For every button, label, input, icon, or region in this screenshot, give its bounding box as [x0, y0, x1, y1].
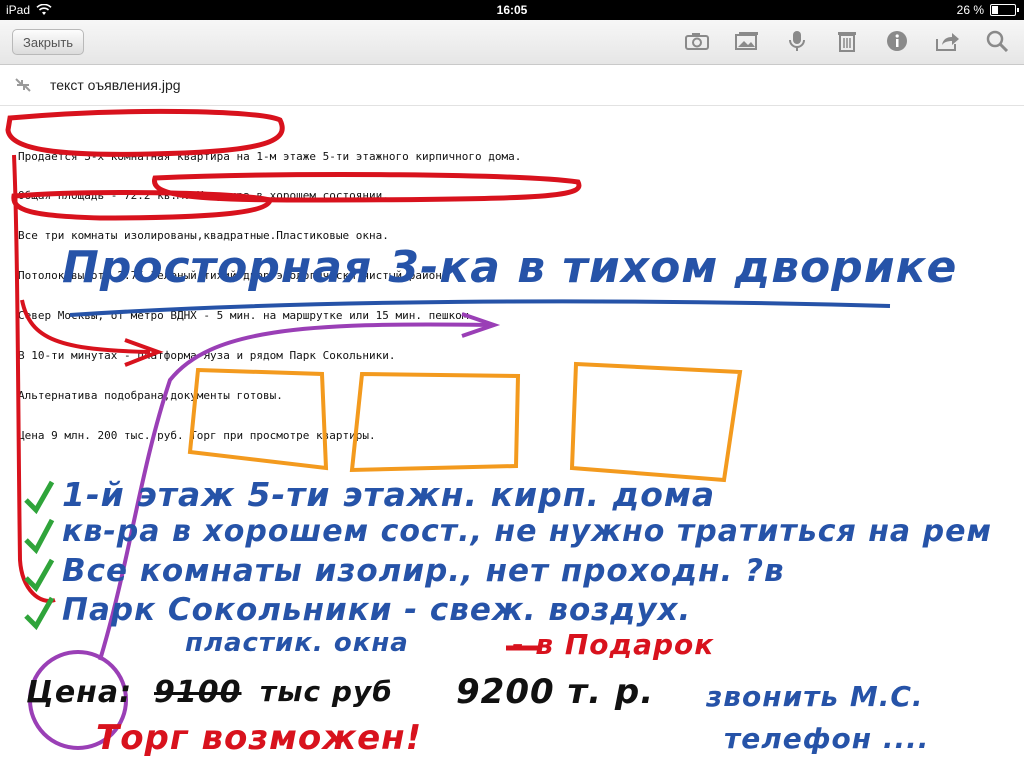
green-check-2 [24, 518, 55, 555]
checklist-item: Все комнаты изолир., нет проходн. ?в [62, 553, 785, 589]
gift-note: - в Подарок [512, 628, 715, 661]
checklist-item: 1-й этаж 5-ти этажн. кирп. дома [62, 475, 716, 514]
price-new: 9200 т. р. [456, 672, 655, 712]
price-units: тыс руб [260, 675, 393, 708]
red-connector [12, 154, 56, 603]
orange-window-2 [349, 371, 521, 473]
price-label: Цена: [26, 675, 133, 710]
green-check-4 [24, 596, 55, 631]
checklist-item: кв-ра в хорошем сост., не нужно тратитьс… [62, 514, 992, 549]
bargain-note: Торг возможен! [96, 718, 423, 758]
windows-note: пластик. окна [185, 628, 409, 658]
red-outline-line1 [5, 108, 285, 157]
checklist-item: Парк Сокольники - свеж. воздух. [62, 592, 692, 628]
orange-window-1 [187, 367, 329, 471]
red-outline-line6 [11, 190, 273, 221]
headline-note: Просторная 3-ка в тихом дворике [62, 242, 958, 293]
green-check-1 [24, 480, 55, 515]
phone-note: телефон .... [724, 722, 930, 755]
call-note: звонить М.С. [706, 680, 924, 713]
price-old: 9100 [154, 675, 242, 710]
orange-window-3 [569, 361, 743, 483]
headline-underline [69, 299, 891, 317]
green-check-3 [24, 558, 55, 593]
